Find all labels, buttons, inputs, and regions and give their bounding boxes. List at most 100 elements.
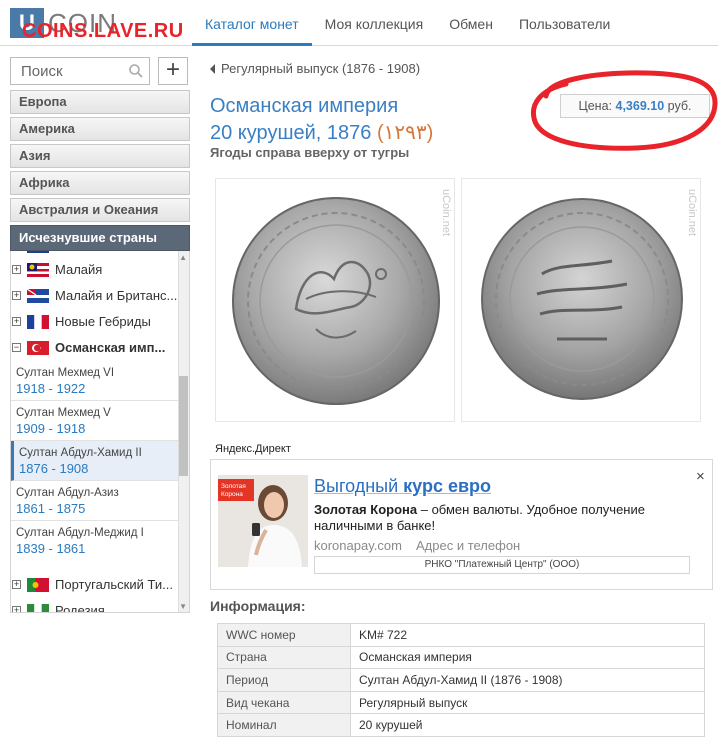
- breadcrumb[interactable]: Регулярный выпуск (1876 - 1908): [210, 61, 420, 76]
- region-america[interactable]: Америка: [10, 117, 190, 141]
- ruler-years: 1861 - 1875: [16, 501, 86, 516]
- ad-title-bold[interactable]: курс евро: [403, 476, 491, 496]
- region-oceania[interactable]: Австралия и Океания: [10, 198, 190, 222]
- country-item-malaya-borneo[interactable]: + Малайя и Британс...: [11, 286, 179, 308]
- red-circle-annotation: [530, 70, 718, 151]
- flag-rhodesia-icon: [27, 604, 49, 612]
- coin-name: 20 курушей, 1876: [210, 122, 372, 144]
- scroll-up-icon[interactable]: ▲: [179, 253, 187, 262]
- ruler-years: 1839 - 1861: [16, 541, 86, 556]
- country-name: Малайя: [55, 262, 103, 277]
- breadcrumb-text[interactable]: Регулярный выпуск (1876 - 1908): [221, 61, 420, 76]
- ad-image[interactable]: Золотая Корона: [218, 475, 308, 567]
- watermark-text: uCoin.net: [686, 189, 698, 237]
- table-row: Вид чекана Регулярный выпуск: [217, 690, 705, 715]
- table-row: Страна Османская империя: [217, 645, 705, 670]
- ad-brand-line2: Корона: [221, 491, 243, 498]
- sidebar-scrollbar[interactable]: ▲ ▼: [178, 251, 189, 612]
- region-africa[interactable]: Африка: [10, 171, 190, 195]
- country-name: Новые Гебриды: [55, 314, 151, 329]
- ruler-name: Султан Абдул-Азиз: [16, 487, 119, 499]
- country-item-rhodesia[interactable]: + Родезия: [11, 601, 179, 613]
- table-row: WWC номер KM# 722: [217, 623, 705, 647]
- info-value: Султан Абдул-Хамид II (1876 - 1908): [350, 668, 705, 692]
- nav-my-collection[interactable]: Моя коллекция: [312, 0, 437, 46]
- ad-brand-line1: Золотая: [221, 483, 246, 490]
- ruler-item[interactable]: Султан Мехмед V 1909 - 1918: [11, 401, 179, 441]
- info-heading: Информация:: [210, 598, 306, 614]
- expand-icon[interactable]: +: [12, 606, 21, 612]
- info-key: Вид чекана: [217, 690, 351, 715]
- expand-icon[interactable]: +: [12, 265, 21, 274]
- region-europe[interactable]: Европа: [10, 90, 190, 114]
- scroll-thumb[interactable]: [179, 376, 188, 476]
- country-name: Португальский Ти...: [55, 577, 173, 592]
- page-title-country: Османская империя: [210, 95, 399, 117]
- top-header: U COIN COINS.LAVE.RU Каталог монет Моя к…: [0, 0, 718, 46]
- flag-new-hebrides-icon: [27, 315, 49, 329]
- expand-icon[interactable]: +: [12, 317, 21, 326]
- ruler-item-selected[interactable]: Султан Абдул-Хамид II 1876 - 1908: [11, 441, 179, 481]
- ruler-years: 1876 - 1908: [19, 461, 89, 476]
- coin-obverse-icon: [232, 197, 440, 405]
- coin-obverse-image[interactable]: uCoin.net: [215, 178, 455, 422]
- back-arrow-icon[interactable]: [210, 64, 215, 74]
- info-value: KM# 722: [350, 623, 705, 647]
- nav-exchange[interactable]: Обмен: [436, 0, 506, 46]
- ad-text-bold: Золотая Корона: [314, 502, 418, 517]
- flag-ottoman-icon: [27, 341, 49, 355]
- ruler-item[interactable]: Султан Мехмед VI 1918 - 1922: [11, 361, 179, 401]
- nav-users[interactable]: Пользователи: [506, 0, 623, 46]
- coin-variant: Ягоды справа вверху от тугры: [210, 145, 410, 160]
- ad-address-link[interactable]: Адрес и телефон: [416, 538, 520, 553]
- search-row: +: [10, 57, 190, 85]
- site-logo[interactable]: U COIN COINS.LAVE.RU: [10, 6, 183, 42]
- sidebar: + Европа Америка Азия Африка Австралия и…: [10, 57, 190, 613]
- expand-icon[interactable]: +: [12, 291, 21, 300]
- coin-alt-date: (١٢٩٣): [376, 122, 434, 144]
- search-icon[interactable]: [128, 63, 144, 79]
- info-value: Османская империя: [350, 645, 705, 670]
- add-button[interactable]: +: [158, 57, 188, 85]
- ruler-name: Султан Мехмед VI: [16, 367, 115, 379]
- info-key: Номинал: [217, 713, 351, 737]
- ad-provider-label[interactable]: Яндекс.Директ: [215, 443, 291, 455]
- ruler-item[interactable]: Султан Абдул-Меджид I 1839 - 1861: [11, 521, 179, 561]
- ad-domain-link[interactable]: koronapay.com: [314, 538, 402, 553]
- ad-organization: РНКО "Платежный Центр" (ООО): [314, 556, 690, 574]
- ad-title-plain[interactable]: Выгодный: [314, 476, 403, 496]
- info-key: Страна: [217, 645, 351, 670]
- ruler-name: Султан Абдул-Меджид I: [16, 527, 144, 539]
- ad-title-link[interactable]: Выгодный курс евро: [314, 476, 491, 497]
- coin-reverse-image[interactable]: uCoin.net: [461, 178, 701, 422]
- flag-partial: [27, 251, 49, 253]
- ruler-name: Султан Мехмед V: [16, 407, 111, 419]
- close-icon[interactable]: ×: [696, 469, 705, 484]
- country-name: Родезия: [55, 603, 105, 613]
- country-item-new-hebrides[interactable]: + Новые Гебриды: [11, 312, 179, 334]
- coin-images: uCoin.net uCoin.net: [215, 178, 703, 422]
- region-asia[interactable]: Азия: [10, 144, 190, 168]
- region-extinct-countries[interactable]: Исчезнувшие страны: [10, 225, 190, 251]
- watermark-text: COINS.LAVE.RU: [22, 20, 184, 42]
- country-item-ottoman[interactable]: − Османская имп...: [11, 338, 179, 360]
- nav-catalog[interactable]: Каталог монет: [192, 0, 312, 46]
- ad-block[interactable]: × Золотая Корона Выгодный курс евро Золо…: [210, 459, 713, 590]
- country-item-portuguese-timor[interactable]: + Португальский Ти...: [11, 575, 179, 597]
- scroll-down-icon[interactable]: ▼: [179, 602, 187, 611]
- info-value: Регулярный выпуск: [350, 690, 705, 715]
- info-key: WWC номер: [217, 623, 351, 647]
- ruler-item[interactable]: Султан Абдул-Азиз 1861 - 1875: [11, 481, 179, 521]
- ad-description: Золотая Корона – обмен валюты. Удобное п…: [314, 502, 694, 534]
- collapse-icon[interactable]: −: [12, 343, 21, 352]
- country-list: + Малайя + Малайя и Британс... + Новые Г…: [10, 251, 190, 613]
- ruler-name: Султан Абдул-Хамид II: [19, 447, 142, 459]
- table-row: Период Султан Абдул-Хамид II (1876 - 190…: [217, 668, 705, 692]
- expand-icon[interactable]: +: [12, 580, 21, 589]
- country-name: Османская имп...: [55, 340, 166, 355]
- country-item-malaya[interactable]: + Малайя: [11, 260, 179, 282]
- ruler-years: 1918 - 1922: [16, 381, 86, 396]
- ruler-years: 1909 - 1918: [16, 421, 86, 436]
- coin-reverse-icon: [481, 198, 683, 400]
- info-table: WWC номер KM# 722 Страна Османская импер…: [217, 623, 705, 737]
